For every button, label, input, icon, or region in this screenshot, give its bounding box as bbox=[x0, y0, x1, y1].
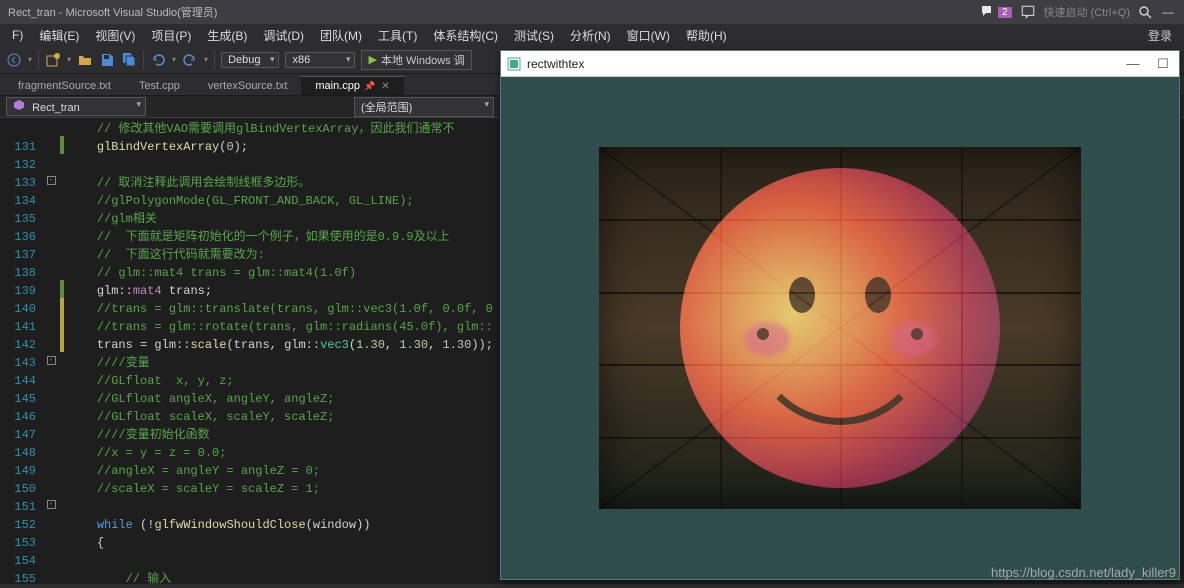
menu-item[interactable]: 分析(N) bbox=[564, 25, 617, 46]
output-window-content bbox=[501, 77, 1179, 579]
app-icon bbox=[507, 57, 521, 71]
quick-launch-text[interactable]: 快速启动 (Ctrl+Q) bbox=[1044, 4, 1130, 20]
rendered-canvas bbox=[599, 147, 1081, 509]
notification-count-badge[interactable]: 2 bbox=[998, 7, 1012, 18]
redo-icon[interactable] bbox=[182, 52, 198, 68]
save-icon[interactable] bbox=[99, 52, 115, 68]
menu-item[interactable]: 生成(B) bbox=[201, 25, 253, 46]
config-dropdown[interactable]: Debug bbox=[221, 52, 279, 68]
fold-toggle[interactable]: - bbox=[47, 356, 56, 365]
menu-item[interactable]: 视图(V) bbox=[89, 25, 141, 46]
minimize-button[interactable]: — bbox=[1123, 56, 1143, 72]
platform-dropdown[interactable]: x86 bbox=[285, 52, 355, 68]
feedback-icon[interactable] bbox=[1020, 4, 1036, 20]
nav-back-caret[interactable]: ▾ bbox=[28, 55, 32, 64]
output-window[interactable]: rectwithtex — ☐ bbox=[500, 50, 1180, 580]
menu-item[interactable]: 帮助(H) bbox=[680, 25, 733, 46]
line-number-gutter: 1311321331341351361371381391401411421431… bbox=[0, 118, 42, 584]
file-tab[interactable]: fragmentSource.txt bbox=[4, 77, 125, 95]
menu-item[interactable]: 工具(T) bbox=[372, 25, 423, 46]
pin-icon[interactable]: 📌 bbox=[364, 81, 375, 91]
maximize-button[interactable]: ☐ bbox=[1153, 56, 1173, 72]
undo-caret[interactable]: ▾ bbox=[172, 55, 176, 64]
window-titlebar: Rect_tran - Microsoft Visual Studio(管理员)… bbox=[0, 0, 1184, 24]
file-tab[interactable]: Test.cpp bbox=[125, 77, 194, 95]
close-tab-icon[interactable]: ✕ bbox=[381, 81, 389, 92]
open-file-icon[interactable] bbox=[77, 52, 93, 68]
scope-combo-left[interactable]: Rect_tran bbox=[6, 97, 146, 116]
menu-item[interactable]: 窗口(W) bbox=[621, 25, 676, 46]
window-controls: — bbox=[1160, 5, 1176, 19]
project-icon bbox=[13, 99, 25, 111]
nav-back-icon[interactable] bbox=[6, 52, 22, 68]
toolbar-separator bbox=[214, 51, 215, 69]
login-link[interactable]: 登录 bbox=[1142, 25, 1178, 46]
new-project-icon[interactable] bbox=[45, 52, 61, 68]
menu-item[interactable]: 测试(S) bbox=[508, 25, 560, 46]
toolbar-separator bbox=[38, 51, 39, 69]
search-icon[interactable] bbox=[1138, 5, 1152, 19]
menu-item[interactable]: 项目(P) bbox=[145, 25, 197, 46]
output-window-titlebar[interactable]: rectwithtex — ☐ bbox=[501, 51, 1179, 77]
menu-item[interactable]: 编辑(E) bbox=[33, 25, 85, 46]
menu-item[interactable]: 调试(D) bbox=[257, 25, 310, 46]
save-all-icon[interactable] bbox=[121, 52, 137, 68]
watermark-text: https://blog.csdn.net/lady_killer9 bbox=[991, 565, 1176, 580]
menu-item[interactable]: 团队(M) bbox=[314, 25, 368, 46]
redo-caret[interactable]: ▾ bbox=[204, 55, 208, 64]
window-title: Rect_tran - Microsoft Visual Studio(管理员) bbox=[8, 4, 217, 20]
file-tab[interactable]: main.cpp📌✕ bbox=[301, 76, 403, 95]
run-button[interactable]: ▶ 本地 Windows 调 bbox=[361, 50, 471, 70]
play-icon: ▶ bbox=[368, 53, 376, 66]
menubar: F)编辑(E)视图(V)项目(P)生成(B)调试(D)团队(M)工具(T)体系结… bbox=[0, 24, 1184, 46]
fold-toggle[interactable]: - bbox=[47, 500, 56, 509]
output-window-title: rectwithtex bbox=[527, 57, 584, 71]
smiley-face bbox=[680, 168, 1000, 488]
fold-toggle[interactable]: - bbox=[47, 176, 56, 185]
undo-icon[interactable] bbox=[150, 52, 166, 68]
output-window-controls: — ☐ bbox=[1123, 56, 1173, 72]
scope-combo-right[interactable]: (全局范围) bbox=[354, 97, 494, 117]
fold-gutter[interactable]: - - - bbox=[42, 118, 60, 584]
new-project-caret[interactable]: ▾ bbox=[67, 55, 71, 64]
notifications-flag-icon[interactable] bbox=[980, 5, 994, 19]
file-tab[interactable]: vertexSource.txt bbox=[194, 77, 301, 95]
run-label: 本地 Windows 调 bbox=[381, 52, 465, 68]
menu-item[interactable]: 体系结构(C) bbox=[427, 25, 504, 46]
menu-item[interactable]: F) bbox=[6, 26, 29, 44]
toolbar-separator bbox=[143, 51, 144, 69]
minimize-button[interactable]: — bbox=[1160, 5, 1176, 19]
